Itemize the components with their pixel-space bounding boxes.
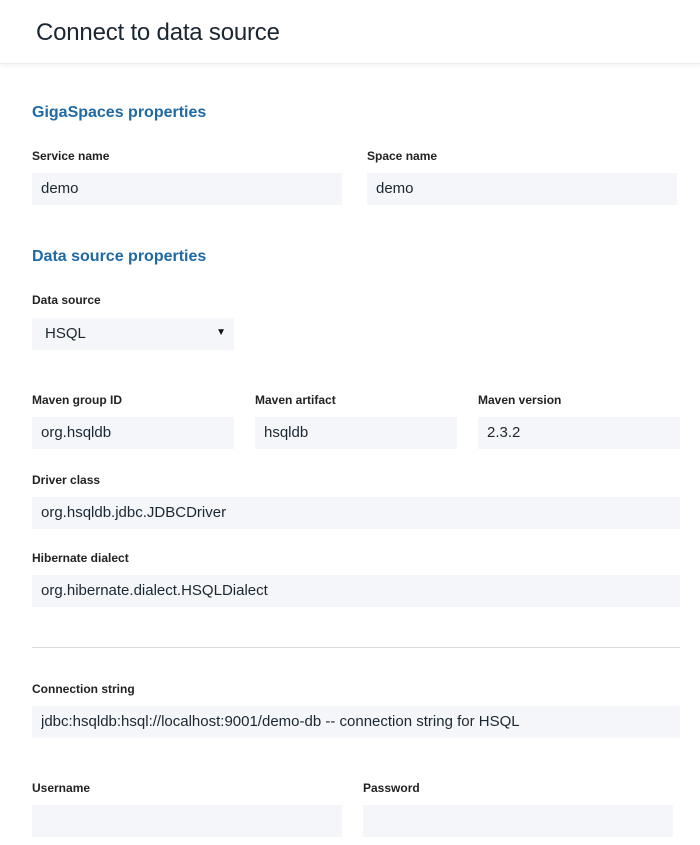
service-name-input[interactable]: [32, 173, 342, 205]
datasource-section-title: Data source properties: [32, 248, 207, 265]
hibernate-dialect-label: Hibernate dialect: [32, 551, 129, 565]
username-input[interactable]: [32, 805, 342, 837]
page-title: Connect to data source: [36, 19, 280, 46]
password-label: Password: [363, 781, 420, 795]
maven-version-label: Maven version: [478, 393, 562, 407]
maven-artifact-label: Maven artifact: [255, 393, 336, 407]
dialog-header: Connect to data source: [0, 0, 700, 64]
service-name-label: Service name: [32, 149, 110, 163]
driver-class-label: Driver class: [32, 473, 101, 487]
section-divider: [32, 647, 680, 648]
data-source-label: Data source: [32, 293, 101, 307]
driver-class-input[interactable]: [32, 497, 680, 529]
data-source-selected-value: HSQL: [45, 325, 86, 342]
maven-group-id-label: Maven group ID: [32, 393, 123, 407]
password-input[interactable]: [363, 805, 673, 837]
maven-version-input[interactable]: [478, 417, 680, 449]
gigaspaces-section-title: GigaSpaces properties: [32, 104, 207, 121]
connection-string-label: Connection string: [32, 682, 135, 696]
data-source-select[interactable]: HSQL ▼: [32, 318, 234, 350]
username-label: Username: [32, 781, 91, 795]
maven-artifact-input[interactable]: [255, 417, 457, 449]
space-name-input[interactable]: [367, 173, 677, 205]
caret-down-icon: ▼: [216, 327, 226, 338]
connection-string-input[interactable]: [32, 706, 680, 738]
space-name-label: Space name: [367, 149, 438, 163]
hibernate-dialect-input[interactable]: [32, 575, 680, 607]
maven-group-id-input[interactable]: [32, 417, 234, 449]
